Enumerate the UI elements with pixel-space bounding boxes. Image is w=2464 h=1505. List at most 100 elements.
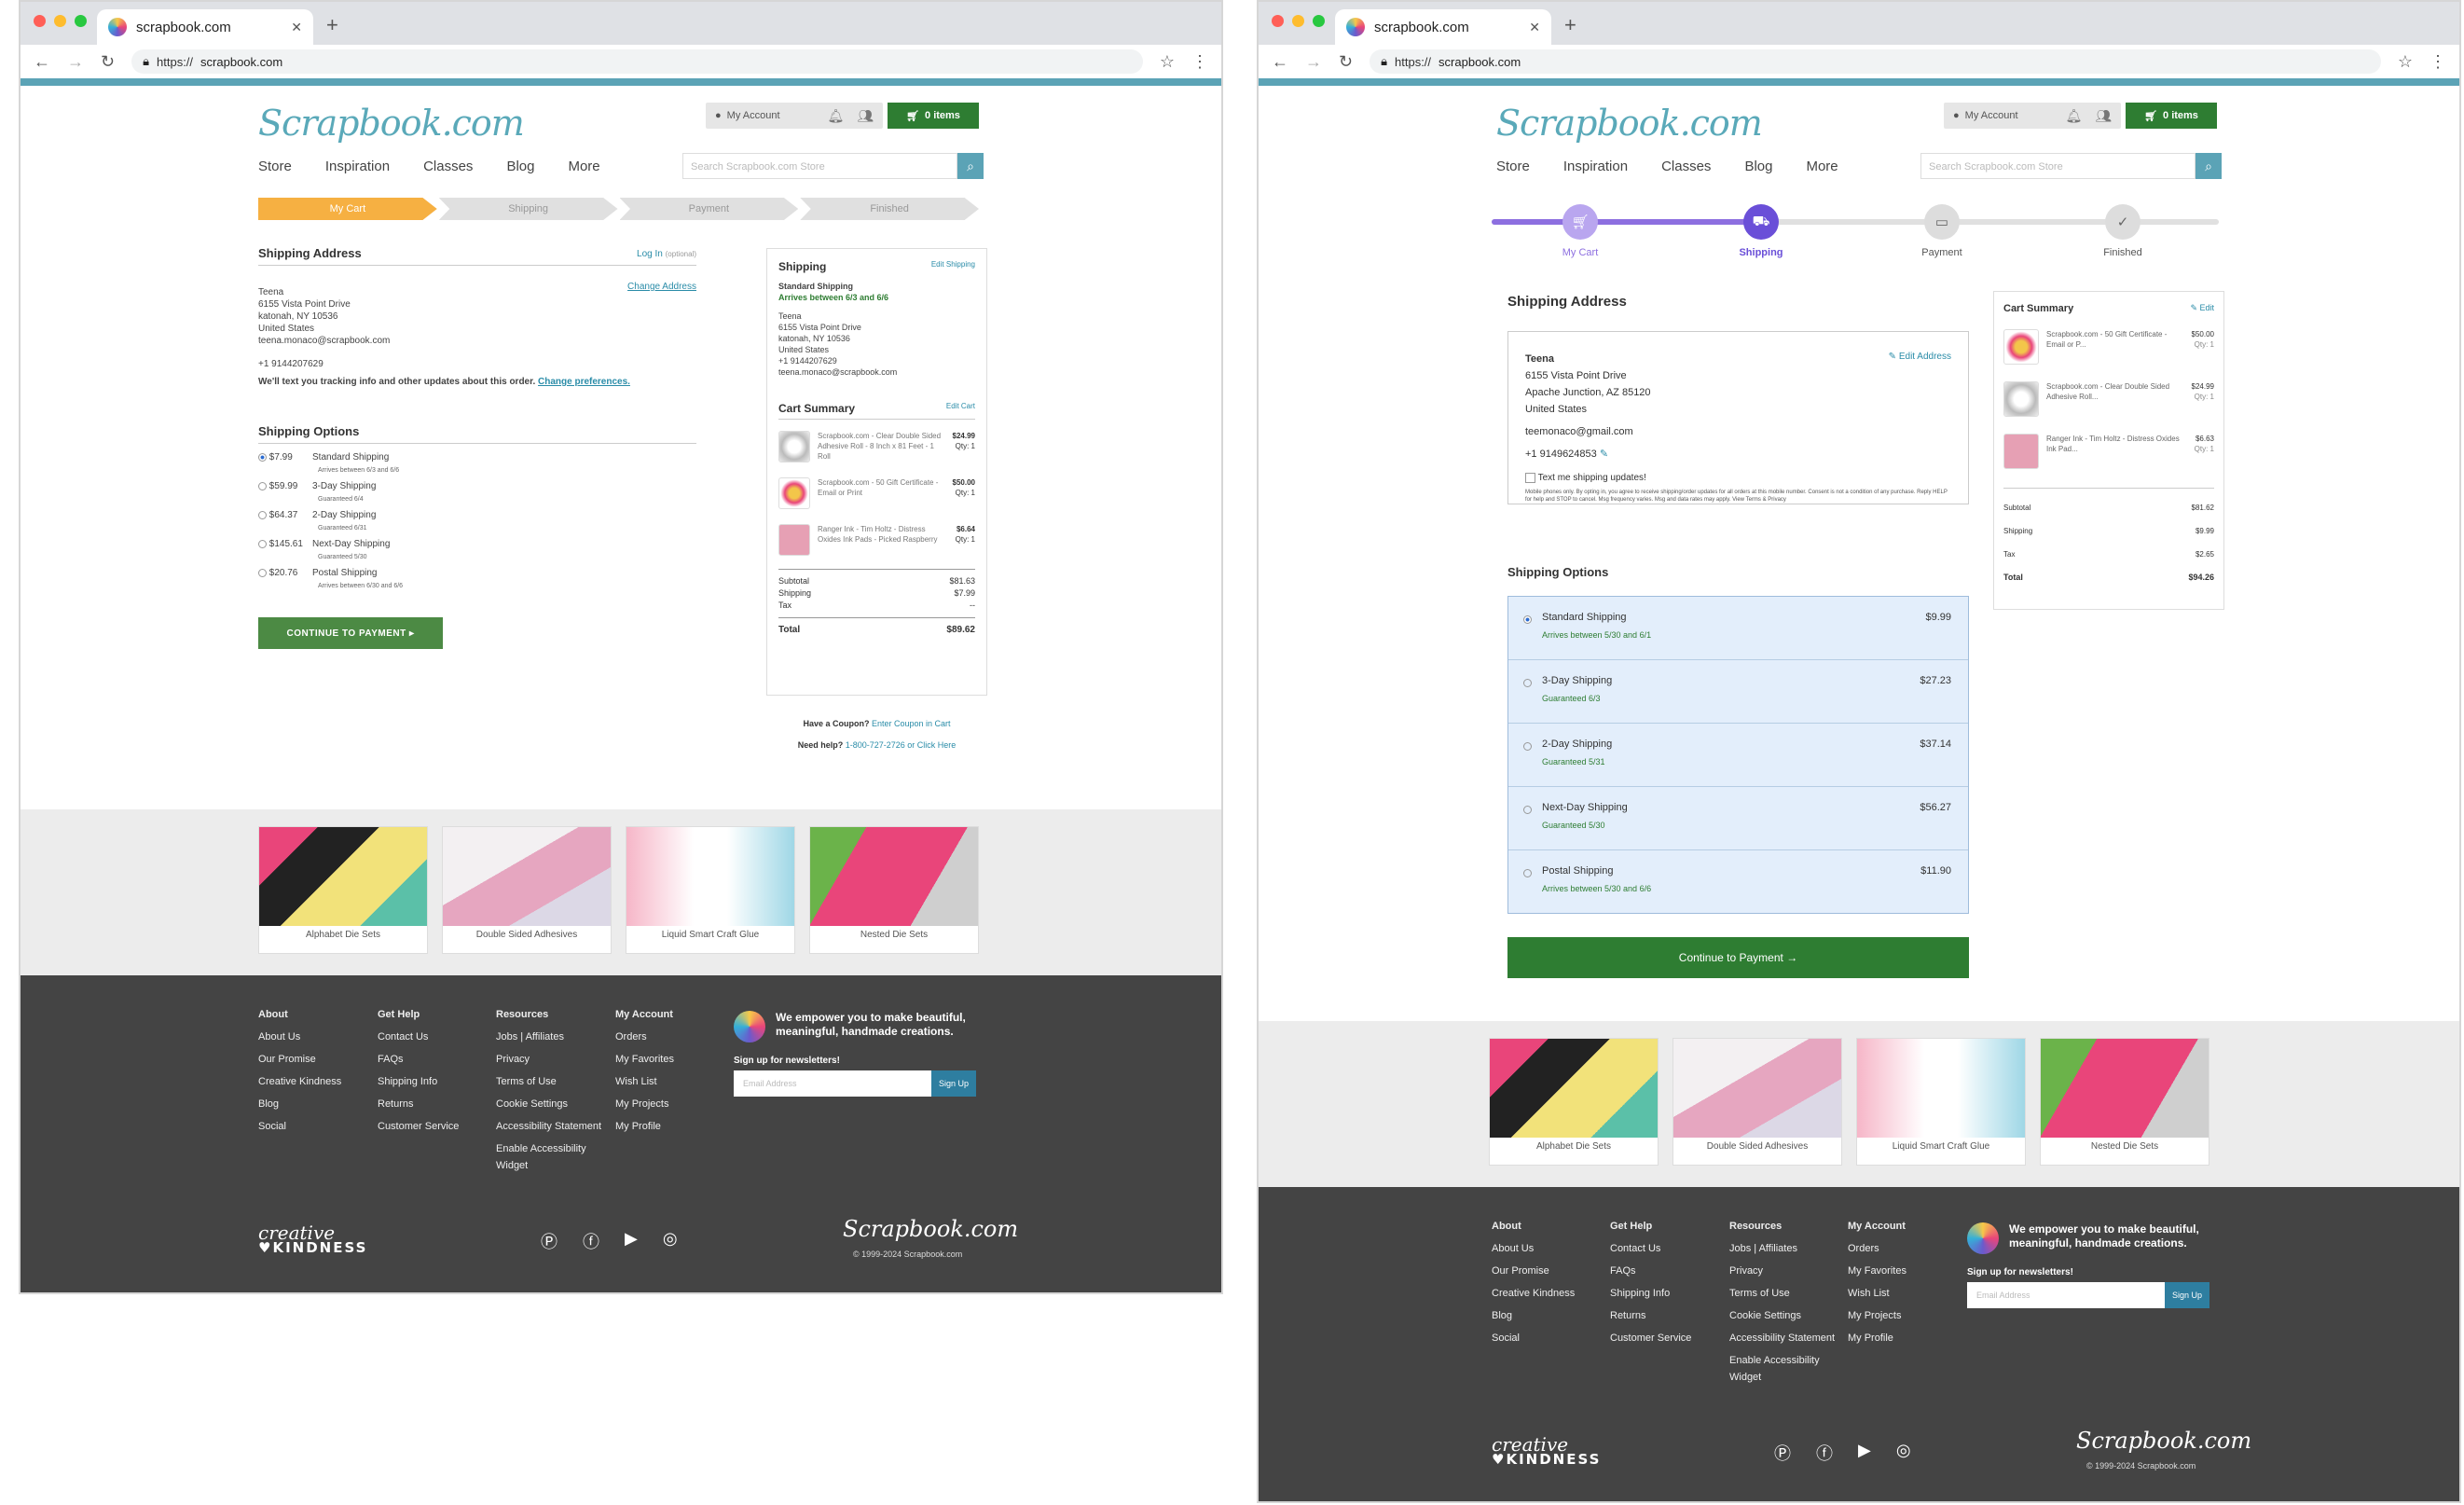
- facebook-icon[interactable]: ⓕ: [1816, 1441, 1833, 1465]
- forward-icon[interactable]: →: [67, 52, 84, 72]
- footer-link[interactable]: Returns: [1610, 1310, 1691, 1321]
- search-input[interactable]: Search Scrapbook.com Store: [1920, 153, 2196, 179]
- shipping-option[interactable]: Next-Day Shipping Guaranteed 5/30 $56.27: [1508, 787, 1968, 850]
- pinterest-icon[interactable]: Ⓟ: [541, 1229, 557, 1253]
- continue-to-payment-button[interactable]: CONTINUE TO PAYMENT ▸: [258, 617, 443, 649]
- youtube-icon[interactable]: ▶: [1858, 1441, 1871, 1465]
- sign-up-button[interactable]: Sign Up: [2165, 1282, 2209, 1308]
- footer-link[interactable]: FAQs: [378, 1054, 459, 1065]
- close-tab-icon[interactable]: ✕: [1529, 20, 1540, 35]
- instagram-icon[interactable]: ◎: [663, 1229, 678, 1253]
- radio[interactable]: [1523, 806, 1532, 814]
- footer-logo[interactable]: Scrapbook.com: [843, 1216, 1018, 1242]
- my-account-link[interactable]: My Account: [1965, 110, 2018, 121]
- footer-link[interactable]: Our Promise: [258, 1054, 341, 1065]
- instagram-icon[interactable]: ◎: [1896, 1441, 1911, 1465]
- nav-blog[interactable]: Blog: [1744, 159, 1772, 174]
- footer-link[interactable]: About Us: [1492, 1243, 1575, 1254]
- footer-link[interactable]: My Projects: [1848, 1310, 1907, 1321]
- back-icon[interactable]: ←: [1272, 52, 1288, 72]
- reload-icon[interactable]: ↻: [101, 52, 115, 72]
- back-icon[interactable]: ←: [34, 52, 50, 72]
- browser-menu-icon[interactable]: ⋮: [2430, 52, 2446, 72]
- edit-cart-link[interactable]: ✎ Edit: [2190, 303, 2214, 314]
- item-name[interactable]: Ranger Ink - Tim Holtz - Distress Oxides…: [818, 524, 948, 556]
- minimize-window-icon[interactable]: [1292, 15, 1304, 27]
- radio[interactable]: [1523, 679, 1532, 687]
- footer-link[interactable]: Accessibility Statement: [496, 1121, 601, 1132]
- nav-store[interactable]: Store: [258, 159, 292, 174]
- youtube-icon[interactable]: ▶: [625, 1229, 638, 1253]
- footer-link[interactable]: Social: [258, 1121, 341, 1132]
- enter-coupon-link[interactable]: Enter Coupon in Cart: [872, 719, 951, 728]
- category-card[interactable]: Liquid Smart Craft Glue: [1856, 1038, 2026, 1166]
- close-window-icon[interactable]: [1272, 15, 1284, 27]
- footer-link[interactable]: Contact Us: [378, 1031, 459, 1042]
- pinterest-icon[interactable]: Ⓟ: [1774, 1441, 1791, 1465]
- nav-store[interactable]: Store: [1496, 159, 1530, 174]
- footer-link[interactable]: Terms of Use: [496, 1076, 601, 1087]
- footer-link[interactable]: Jobs | Affiliates: [496, 1031, 601, 1042]
- footer-link[interactable]: My Projects: [615, 1098, 674, 1110]
- footer-link[interactable]: Terms of Use: [1729, 1288, 1835, 1299]
- footer-link[interactable]: Cookie Settings: [496, 1098, 601, 1110]
- category-card[interactable]: Double Sided Adhesives: [442, 826, 612, 954]
- help-phone-link[interactable]: 1-800-727-2726 or Click Here: [846, 740, 957, 750]
- shipping-option[interactable]: Postal Shipping Arrives between 5/30 and …: [1508, 850, 1968, 914]
- close-window-icon[interactable]: [34, 15, 46, 27]
- footer-link[interactable]: Returns: [378, 1098, 459, 1110]
- radio[interactable]: [1523, 742, 1532, 751]
- nav-inspiration[interactable]: Inspiration: [325, 159, 390, 174]
- footer-link[interactable]: Our Promise: [1492, 1265, 1575, 1277]
- footer-link[interactable]: Accessibility Statement: [1729, 1332, 1835, 1344]
- shipping-option[interactable]: Standard Shipping Arrives between 5/30 an…: [1508, 597, 1968, 660]
- footer-link[interactable]: Orders: [615, 1031, 674, 1042]
- edit-phone-icon[interactable]: ✎: [1600, 449, 1608, 460]
- footer-link[interactable]: Wish List: [1848, 1288, 1907, 1299]
- footer-link[interactable]: Creative Kindness: [1492, 1288, 1575, 1299]
- nav-classes[interactable]: Classes: [1661, 159, 1711, 174]
- people-icon[interactable]: 👥︎: [857, 108, 874, 124]
- footer-link[interactable]: My Profile: [615, 1121, 674, 1132]
- footer-link[interactable]: Blog: [1492, 1310, 1575, 1321]
- edit-shipping-link[interactable]: Edit Shipping: [931, 260, 975, 273]
- shipping-option[interactable]: $145.61 Next-Day Shipping Guaranteed 5/30: [258, 538, 696, 563]
- address-bar[interactable]: 🔒︎ https:// scrapbook.com: [131, 49, 1143, 74]
- item-name[interactable]: Scrapbook.com - Clear Double Sided Adhes…: [2046, 381, 2184, 417]
- footer-link[interactable]: Wish List: [615, 1076, 674, 1087]
- radio[interactable]: [258, 510, 267, 519]
- footer-link[interactable]: Widget: [496, 1160, 601, 1171]
- footer-link[interactable]: Contact Us: [1610, 1243, 1691, 1254]
- browser-tab[interactable]: scrapbook.com ✕: [97, 9, 313, 45]
- category-card[interactable]: Double Sided Adhesives: [1672, 1038, 1842, 1166]
- my-account-bar[interactable]: ● My Account 🔔︎ 👥︎: [706, 103, 883, 129]
- footer-link[interactable]: Privacy: [496, 1054, 601, 1065]
- maximize-window-icon[interactable]: [75, 15, 87, 27]
- search-icon[interactable]: ⌕: [2196, 153, 2222, 179]
- address-bar[interactable]: 🔒︎ https:// scrapbook.com: [1370, 49, 2381, 74]
- radio-selected[interactable]: [258, 452, 267, 462]
- nav-classes[interactable]: Classes: [423, 159, 473, 174]
- nav-more[interactable]: More: [1806, 159, 1838, 174]
- category-card[interactable]: Nested Die Sets: [2040, 1038, 2209, 1166]
- my-account-link[interactable]: My Account: [727, 110, 780, 121]
- bell-icon[interactable]: 🔔︎: [827, 108, 844, 124]
- browser-menu-icon[interactable]: ⋮: [1191, 52, 1208, 72]
- shipping-option[interactable]: 2-Day Shipping Guaranteed 5/31 $37.14: [1508, 724, 1968, 787]
- shipping-option[interactable]: $59.99 3-Day Shipping Guaranteed 6/4: [258, 480, 696, 505]
- newsletter-email-input[interactable]: Email Address: [1967, 1282, 2165, 1308]
- radio[interactable]: [258, 568, 267, 577]
- my-account-bar[interactable]: ● My Account 🔔︎ 👥︎: [1944, 103, 2121, 129]
- continue-to-payment-button[interactable]: Continue to Payment →: [1507, 937, 1969, 978]
- browser-tab[interactable]: scrapbook.com ✕: [1335, 9, 1551, 45]
- sign-up-button[interactable]: Sign Up: [931, 1070, 976, 1097]
- footer-link[interactable]: My Profile: [1848, 1332, 1907, 1344]
- category-card[interactable]: Alphabet Die Sets: [1489, 1038, 1659, 1166]
- category-card[interactable]: Liquid Smart Craft Glue: [626, 826, 795, 954]
- text-updates-checkbox[interactable]: [1525, 472, 1535, 483]
- radio[interactable]: [1523, 869, 1532, 877]
- edit-cart-link[interactable]: Edit Cart: [946, 402, 975, 415]
- search-input[interactable]: Search Scrapbook.com Store: [682, 153, 957, 179]
- reload-icon[interactable]: ↻: [1339, 52, 1353, 72]
- facebook-icon[interactable]: ⓕ: [583, 1229, 599, 1253]
